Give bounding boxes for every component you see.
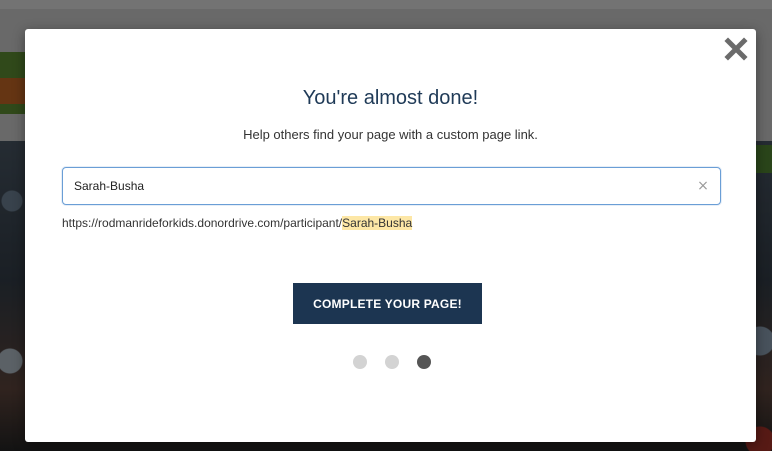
modal-title: You're almost done! (302, 87, 479, 109)
step-dot-3[interactable] (417, 355, 431, 369)
url-preview: https://rodmanrideforkids.donordrive.com… (62, 216, 413, 230)
close-button[interactable] (722, 35, 750, 63)
modal-subtitle: Help others find your page with a custom… (243, 127, 538, 142)
clear-icon: × (697, 178, 709, 194)
step-dot-1[interactable] (353, 355, 367, 369)
step-dot-2[interactable] (385, 355, 399, 369)
url-preview-base: https://rodmanrideforkids.donordrive.com… (62, 216, 343, 230)
custom-url-field[interactable]: × (62, 167, 721, 205)
clear-input-button[interactable]: × (694, 177, 712, 195)
close-icon (724, 37, 748, 61)
url-preview-slug: Sarah-Busha (342, 216, 413, 230)
complete-page-button[interactable]: COMPLETE YOUR PAGE! (293, 283, 482, 324)
custom-link-modal: You're almost done! Help others find you… (25, 29, 756, 442)
custom-url-input[interactable] (63, 168, 683, 204)
